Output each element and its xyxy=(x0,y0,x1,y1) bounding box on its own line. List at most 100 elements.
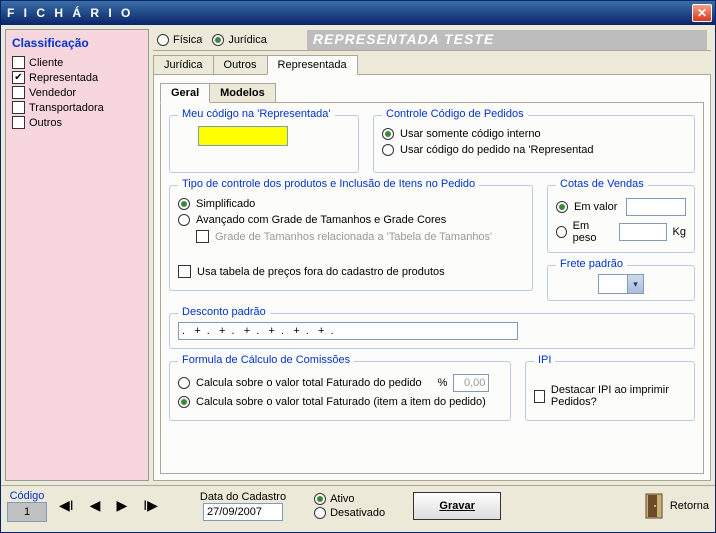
meu-codigo-input[interactable] xyxy=(198,126,288,146)
codigo-label: Código xyxy=(10,490,45,502)
chevron-down-icon[interactable]: ▾ xyxy=(627,275,643,293)
gravar-button[interactable]: Gravar xyxy=(413,492,501,520)
tab-outros[interactable]: Outros xyxy=(213,55,268,74)
data-cadastro-label: Data do Cadastro xyxy=(200,491,286,503)
radio-text: Simplificado xyxy=(196,198,255,210)
nav-last-icon[interactable]: I▶ xyxy=(139,497,162,514)
nav-prev-icon[interactable]: ◀ xyxy=(86,497,105,514)
data-cadastro-input[interactable] xyxy=(203,503,283,521)
group-title: Meu código na 'Representada' xyxy=(178,108,335,120)
app-window: F I C H Á R I O ✕ Classificação Cliente … xyxy=(0,0,716,533)
cotas-peso-input[interactable] xyxy=(619,223,667,241)
checkbox-icon[interactable]: ✔ xyxy=(12,71,25,84)
sidebar-item-label: Transportadora xyxy=(29,102,104,114)
radio-text: Em valor xyxy=(574,201,620,213)
radio-icon[interactable] xyxy=(556,201,568,213)
tab-representada[interactable]: Representada xyxy=(267,55,358,75)
nav-next-icon[interactable]: ▶ xyxy=(112,497,131,514)
radio-text: Usar código do pedido na 'Representad xyxy=(400,144,594,156)
close-button[interactable]: ✕ xyxy=(692,4,712,22)
radio-juridica[interactable]: Jurídica xyxy=(212,34,267,46)
radio-icon[interactable] xyxy=(178,214,190,226)
radio-icon[interactable] xyxy=(178,377,190,389)
sidebar-item-representada[interactable]: ✔ Representada xyxy=(12,71,142,84)
main-tabs: Jurídica Outros Representada xyxy=(153,55,711,74)
radio-text: Ativo xyxy=(330,493,354,505)
frete-combo[interactable]: ▾ xyxy=(598,274,644,294)
radio-icon[interactable] xyxy=(556,226,567,238)
desconto-input[interactable] xyxy=(178,322,518,340)
radio-icon[interactable] xyxy=(382,128,394,140)
cotas-valor-input[interactable] xyxy=(626,198,686,216)
sidebar-item-label: Vendedor xyxy=(29,87,76,99)
checkbox-icon[interactable] xyxy=(12,116,25,129)
top-row: Física Jurídica REPRESENTADA TESTE xyxy=(153,29,711,51)
radio-icon[interactable] xyxy=(212,34,224,46)
radio-desativado[interactable]: Desativado xyxy=(314,507,385,519)
group-tipo-controle: Tipo de controle dos produtos e Inclusão… xyxy=(169,185,533,291)
sidebar-item-label: Representada xyxy=(29,72,98,84)
tab-juridica[interactable]: Jurídica xyxy=(153,55,214,74)
group-desconto: Desconto padrão xyxy=(169,313,695,349)
checkbox-icon[interactable] xyxy=(178,265,191,278)
checkbox-icon[interactable] xyxy=(534,390,545,403)
group-frete: Frete padrão ▾ xyxy=(547,265,695,301)
pct-input xyxy=(453,374,489,392)
subtab-geral[interactable]: Geral xyxy=(160,83,210,103)
codigo-input[interactable] xyxy=(7,502,47,522)
group-controle-codigo: Controle Código de Pedidos Usar somente … xyxy=(373,115,695,173)
radio-text: Usar somente código interno xyxy=(400,128,541,140)
group-cotas: Cotas de Vendas Em valor Em pesoKg xyxy=(547,185,695,253)
sidebar-item-cliente[interactable]: Cliente xyxy=(12,56,142,69)
chk-text: Usa tabela de preços fora do cadastro de… xyxy=(197,266,445,278)
group-title: Frete padrão xyxy=(556,258,627,270)
chk-text: Destacar IPI ao imprimir Pedidos? xyxy=(551,384,686,408)
radio-text: Em peso xyxy=(573,220,613,244)
pct-symbol: % xyxy=(438,377,448,389)
footer: Código ◀I ◀ ▶ I▶ Data do Cadastro Ativo … xyxy=(1,485,715,525)
checkbox-icon[interactable] xyxy=(12,101,25,114)
sidebar: Classificação Cliente ✔ Representada Ven… xyxy=(5,29,149,481)
sidebar-item-label: Cliente xyxy=(29,57,63,69)
checkbox-icon[interactable] xyxy=(12,56,25,69)
sub-tabs: Geral Modelos xyxy=(160,83,704,102)
radio-text: Calcula sobre o valor total Faturado (it… xyxy=(196,396,486,408)
group-title: Desconto padrão xyxy=(178,306,270,318)
retorna-label: Retorna xyxy=(670,500,709,512)
subtab-modelos[interactable]: Modelos xyxy=(209,83,276,102)
sidebar-item-label: Outros xyxy=(29,117,62,129)
kg-label: Kg xyxy=(673,226,686,238)
chk-text: Grade de Tamanhos relacionada a 'Tabela … xyxy=(215,231,492,243)
nav-first-icon[interactable]: ◀I xyxy=(55,497,78,514)
group-title: Tipo de controle dos produtos e Inclusão… xyxy=(178,178,479,190)
tab-page-representada: Geral Modelos Meu código na 'Representad… xyxy=(153,74,711,481)
group-title: IPI xyxy=(534,354,555,366)
sidebar-item-transportadora[interactable]: Transportadora xyxy=(12,101,142,114)
window-title: F I C H Á R I O xyxy=(7,6,133,20)
main-area: Física Jurídica REPRESENTADA TESTE Juríd… xyxy=(153,29,711,481)
radio-icon[interactable] xyxy=(178,198,190,210)
radio-icon[interactable] xyxy=(382,144,394,156)
sidebar-title: Classificação xyxy=(12,36,142,50)
radio-icon[interactable] xyxy=(157,34,169,46)
checkbox-icon[interactable] xyxy=(12,86,25,99)
titlebar: F I C H Á R I O ✕ xyxy=(1,1,715,25)
represent-banner: REPRESENTADA TESTE xyxy=(307,30,707,50)
radio-ativo[interactable]: Ativo xyxy=(314,493,385,505)
radio-icon[interactable] xyxy=(178,396,190,408)
group-title: Formula de Cálculo de Comissões xyxy=(178,354,354,366)
group-title: Cotas de Vendas xyxy=(556,178,648,190)
retorna-button[interactable]: Retorna xyxy=(644,493,709,519)
radio-fisica[interactable]: Física xyxy=(157,34,202,46)
sidebar-item-outros[interactable]: Outros xyxy=(12,116,142,129)
group-comissoes: Formula de Cálculo de Comissões Calcula … xyxy=(169,361,511,421)
radio-text: Avançado com Grade de Tamanhos e Grade C… xyxy=(196,214,446,226)
radio-text: Jurídica xyxy=(228,34,267,46)
radio-text: Física xyxy=(173,34,202,46)
checkbox-icon xyxy=(196,230,209,243)
subtab-page-geral: Meu código na 'Representada' Controle Có… xyxy=(160,102,704,474)
radio-icon[interactable] xyxy=(314,493,326,505)
radio-icon[interactable] xyxy=(314,507,326,519)
radio-text: Calcula sobre o valor total Faturado do … xyxy=(196,377,422,389)
sidebar-item-vendedor[interactable]: Vendedor xyxy=(12,86,142,99)
